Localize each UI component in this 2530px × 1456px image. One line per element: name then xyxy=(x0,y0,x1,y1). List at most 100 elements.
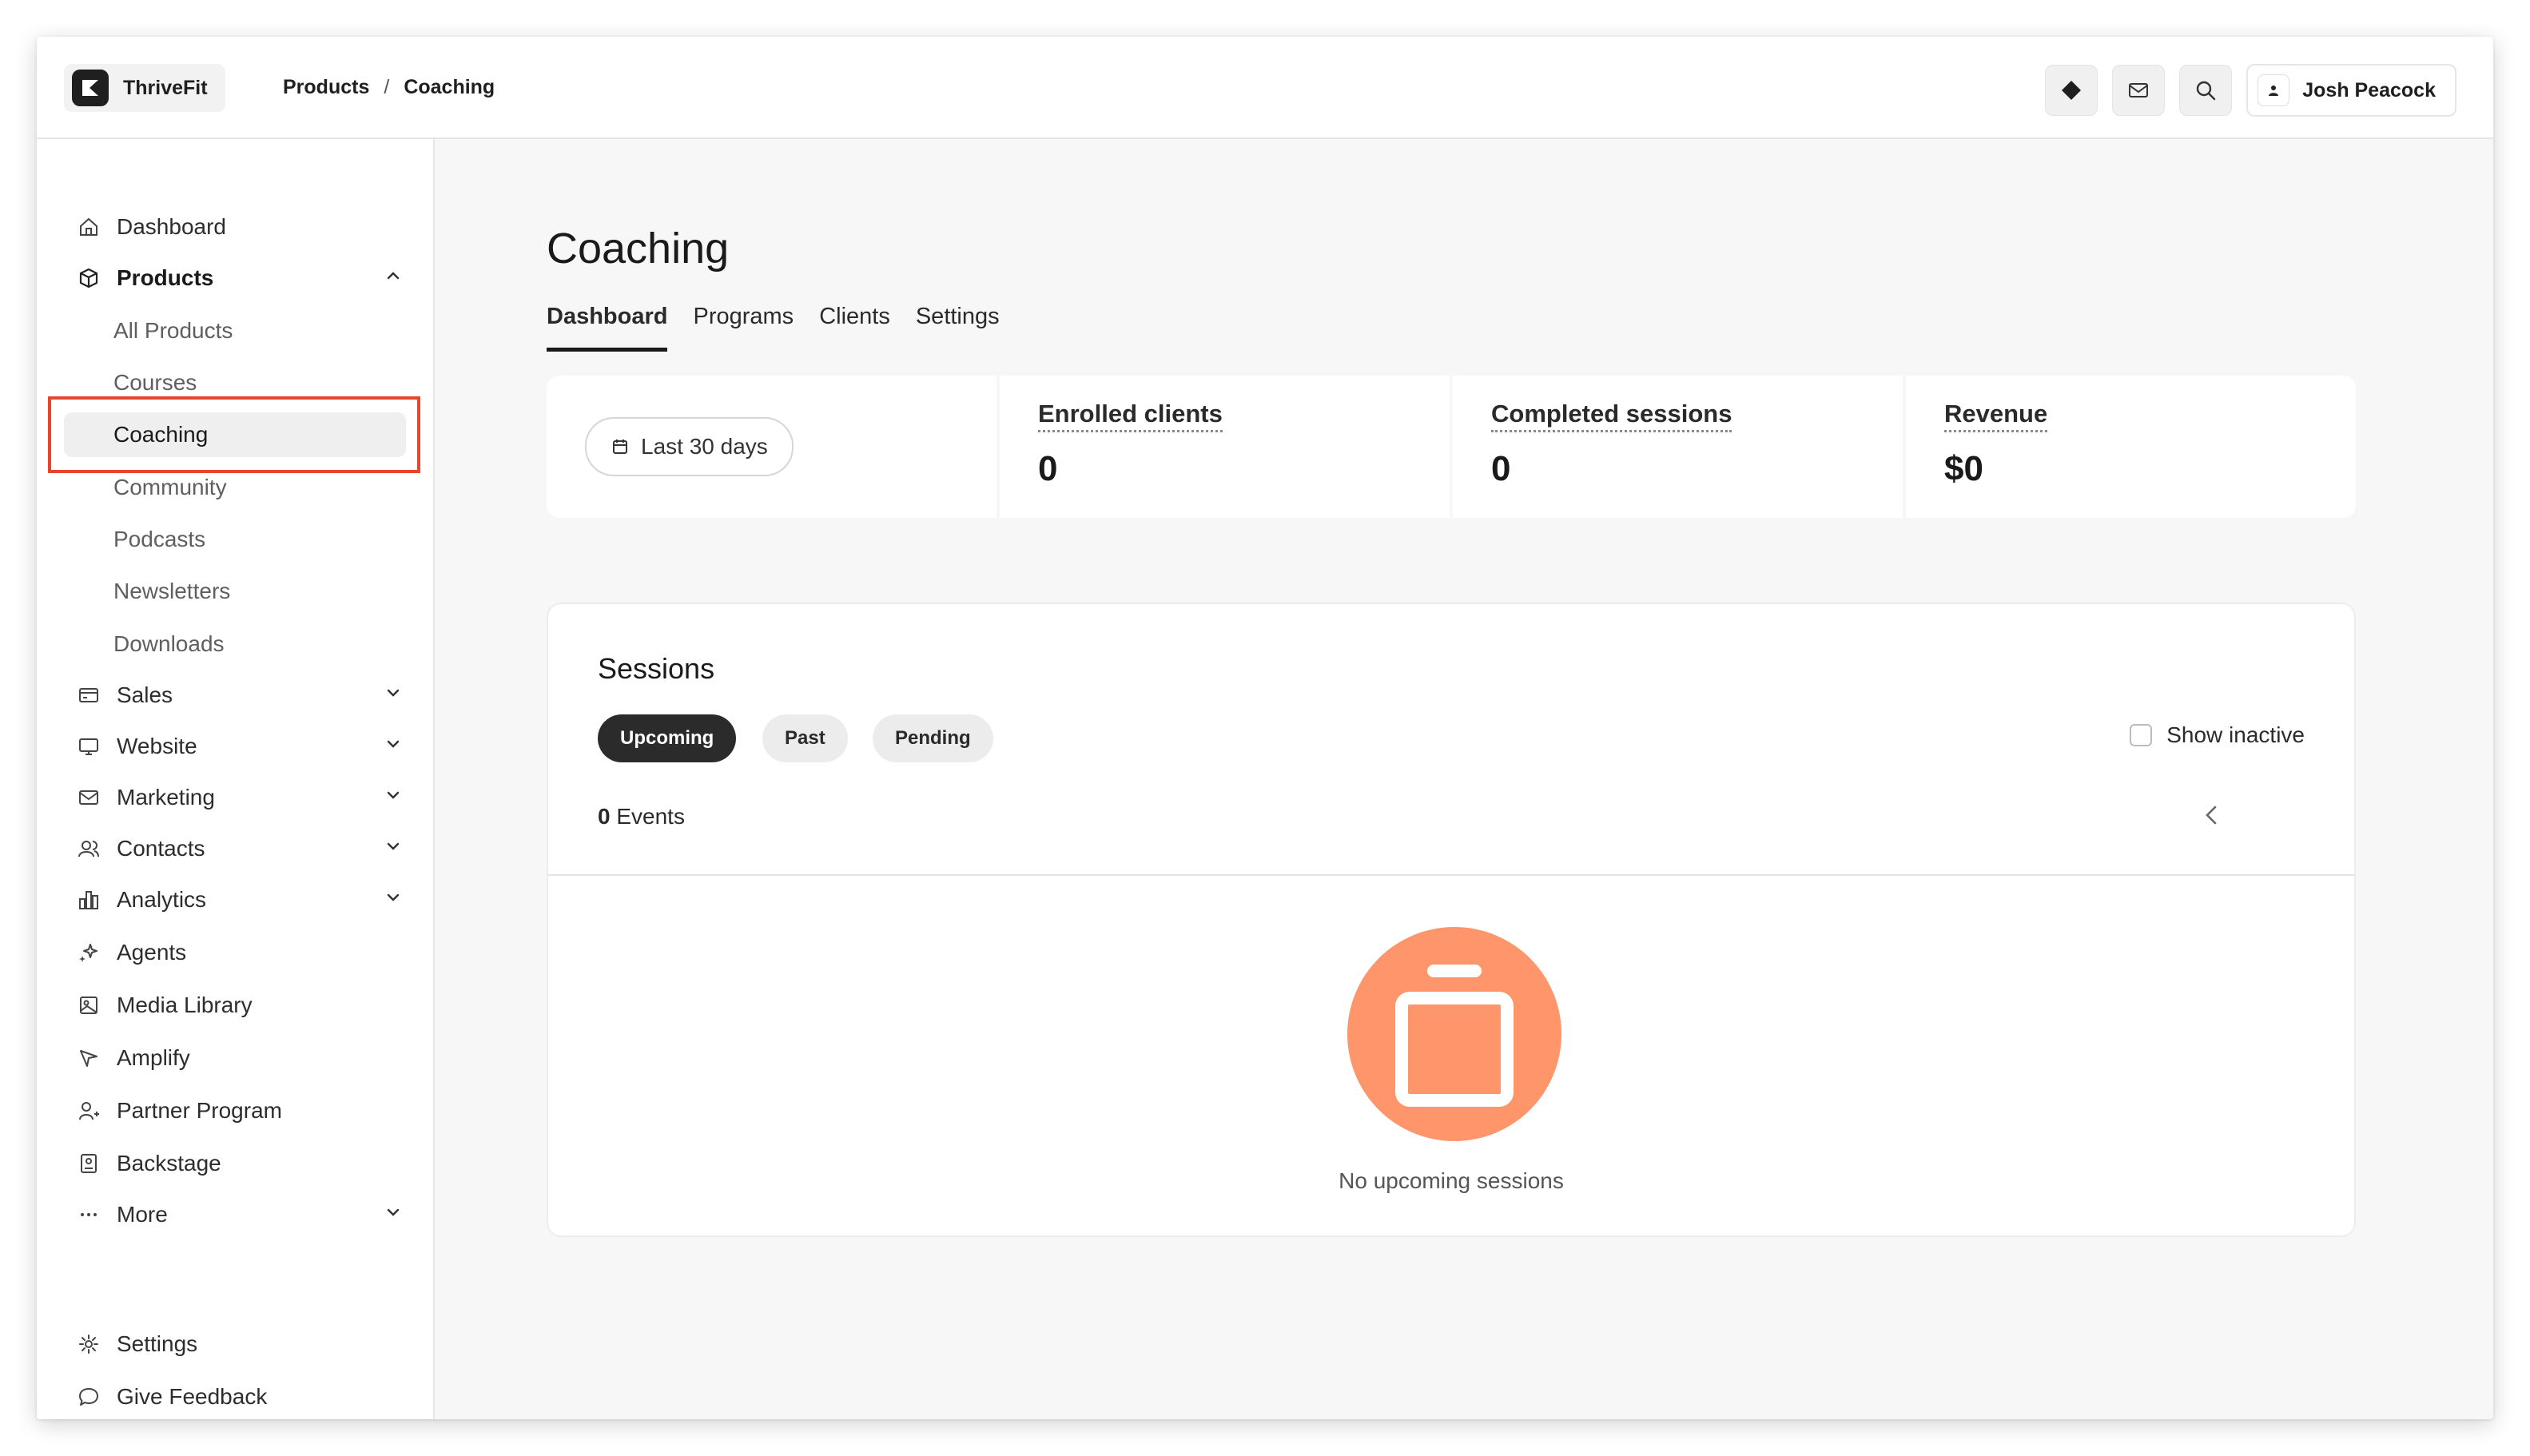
sidebar-item-label: Analytics xyxy=(117,887,207,912)
stat-label[interactable]: Revenue xyxy=(1944,400,2048,432)
search-button[interactable] xyxy=(2179,65,2233,116)
sidebar-item-label: Contacts xyxy=(117,836,205,861)
sessions-divider xyxy=(548,874,2354,876)
chevron-down-icon[interactable] xyxy=(382,835,404,863)
chevron-down-icon[interactable] xyxy=(382,682,404,710)
sidebar-item-label: Agents xyxy=(117,940,187,965)
sidebar-subitem-downloads[interactable]: Downloads xyxy=(113,622,385,666)
sidebar-item-backstage[interactable]: Backstage xyxy=(75,1141,411,1186)
stat-revenue: Revenue $0 xyxy=(1906,376,2356,518)
sidebar-subitem-podcasts[interactable]: Podcasts xyxy=(113,517,385,562)
image-icon xyxy=(75,992,102,1019)
brand-logo-icon xyxy=(72,70,109,106)
sidebar-item-label: Backstage xyxy=(117,1151,221,1176)
box-icon xyxy=(75,265,102,292)
filter-pending[interactable]: Pending xyxy=(873,714,993,762)
stat-label[interactable]: Completed sessions xyxy=(1491,400,1732,432)
mail-icon xyxy=(2129,83,2149,97)
sidebar-item-label: Sales xyxy=(117,682,173,707)
breadcrumb-coaching: Coaching xyxy=(404,75,495,98)
sidebar-item-settings[interactable]: Settings xyxy=(75,1322,411,1366)
stat-value: 0 xyxy=(1038,449,1058,488)
sidebar-item-amplify[interactable]: Amplify xyxy=(75,1036,411,1080)
sidebar: Dashboard Products All Products Courses … xyxy=(37,139,435,1419)
stat-value: 0 xyxy=(1491,449,1511,488)
sidebar-item-label: Marketing xyxy=(117,785,215,810)
show-inactive-toggle[interactable]: Show inactive xyxy=(2130,722,2305,748)
tab-bar: Dashboard Programs Clients Settings xyxy=(547,304,1000,352)
sidebar-item-sales[interactable]: Sales xyxy=(75,673,411,718)
sidebar-subitem-all-products[interactable]: All Products xyxy=(113,308,385,353)
tab-dashboard[interactable]: Dashboard xyxy=(547,304,668,352)
breadcrumb: Products / Coaching xyxy=(283,37,495,137)
breadcrumb-products[interactable]: Products xyxy=(283,76,369,99)
stats-bar: Last 30 days Enrolled clients 0 Complete… xyxy=(547,376,2356,518)
workspace-switcher[interactable]: ThriveFit xyxy=(64,64,225,112)
user-plus-icon xyxy=(75,1097,102,1124)
show-inactive-checkbox[interactable] xyxy=(2130,724,2153,746)
id-badge-icon xyxy=(75,1150,102,1177)
events-count: 0 Events xyxy=(598,804,685,829)
sidebar-item-label: Website xyxy=(117,734,197,758)
sidebar-item-label: Media Library xyxy=(117,993,253,1017)
sidebar-item-label: More xyxy=(117,1202,168,1227)
tab-clients[interactable]: Clients xyxy=(819,304,890,352)
diamond-button[interactable] xyxy=(2045,65,2098,116)
chevron-down-icon[interactable] xyxy=(382,886,404,914)
search-icon xyxy=(2197,81,2216,101)
date-range-button[interactable]: Last 30 days xyxy=(585,417,794,476)
chevron-down-icon[interactable] xyxy=(382,1201,404,1229)
sidebar-item-label: Settings xyxy=(117,1331,198,1356)
gear-icon xyxy=(75,1331,102,1358)
sidebar-item-more[interactable]: More xyxy=(75,1192,411,1237)
sessions-card: Sessions Upcoming Past Pending Show inac… xyxy=(547,603,2356,1237)
sidebar-item-label: Amplify xyxy=(117,1045,190,1070)
monitor-icon xyxy=(75,733,102,760)
sidebar-item-contacts[interactable]: Contacts xyxy=(75,826,411,871)
bar-chart-icon xyxy=(75,886,102,913)
sidebar-item-analytics[interactable]: Analytics xyxy=(75,877,411,922)
chat-bubble-icon xyxy=(75,1383,102,1410)
mail-icon xyxy=(75,784,102,811)
sidebar-item-give-feedback[interactable]: Give Feedback xyxy=(75,1374,411,1419)
stat-label[interactable]: Enrolled clients xyxy=(1038,400,1223,432)
sidebar-item-website[interactable]: Website xyxy=(75,724,411,769)
sidebar-item-marketing[interactable]: Marketing xyxy=(75,775,411,820)
sidebar-item-partner-program[interactable]: Partner Program xyxy=(75,1088,411,1133)
chevron-down-icon[interactable] xyxy=(382,784,404,812)
sparkles-icon xyxy=(75,939,102,966)
filter-upcoming[interactable]: Upcoming xyxy=(598,714,737,762)
brand-name: ThriveFit xyxy=(123,76,208,99)
chevron-left-icon xyxy=(2206,806,2217,825)
sidebar-item-agents[interactable]: Agents xyxy=(75,930,411,975)
sidebar-item-products[interactable]: Products xyxy=(75,256,411,300)
app-window: ThriveFit Products / Coaching Josh Peaco… xyxy=(37,37,2493,1419)
home-icon xyxy=(75,213,102,241)
stat-enrolled-clients: Enrolled clients 0 xyxy=(1000,376,1450,518)
sidebar-item-media-library[interactable]: Media Library xyxy=(75,983,411,1028)
sidebar-item-label: Products xyxy=(117,265,214,290)
previous-page-button[interactable] xyxy=(2198,801,2226,833)
sidebar-item-label: Partner Program xyxy=(117,1098,282,1123)
credit-card-icon xyxy=(75,682,102,709)
ellipsis-icon xyxy=(75,1201,102,1228)
chevron-down-icon[interactable] xyxy=(382,733,404,761)
sidebar-item-dashboard[interactable]: Dashboard xyxy=(75,205,411,249)
user-menu-button[interactable]: Josh Peacock xyxy=(2246,64,2456,117)
filter-past[interactable]: Past xyxy=(762,714,848,762)
main-content: Coaching Dashboard Programs Clients Sett… xyxy=(435,139,2493,1419)
inbox-button[interactable] xyxy=(2112,65,2166,116)
diamond-icon xyxy=(2062,81,2082,100)
page-title: Coaching xyxy=(547,225,730,273)
breadcrumb-separator: / xyxy=(384,75,390,98)
chevron-up-icon[interactable] xyxy=(382,265,404,292)
top-actions: Josh Peacock xyxy=(2045,64,2456,117)
stat-range-panel: Last 30 days xyxy=(547,376,996,518)
tab-settings[interactable]: Settings xyxy=(916,304,1000,352)
send-icon xyxy=(75,1044,102,1072)
users-icon xyxy=(75,835,102,862)
sidebar-subitem-newsletters[interactable]: Newsletters xyxy=(113,569,385,614)
tab-programs[interactable]: Programs xyxy=(693,304,794,352)
selection-highlight xyxy=(48,396,420,473)
user-avatar-icon xyxy=(2258,74,2290,106)
